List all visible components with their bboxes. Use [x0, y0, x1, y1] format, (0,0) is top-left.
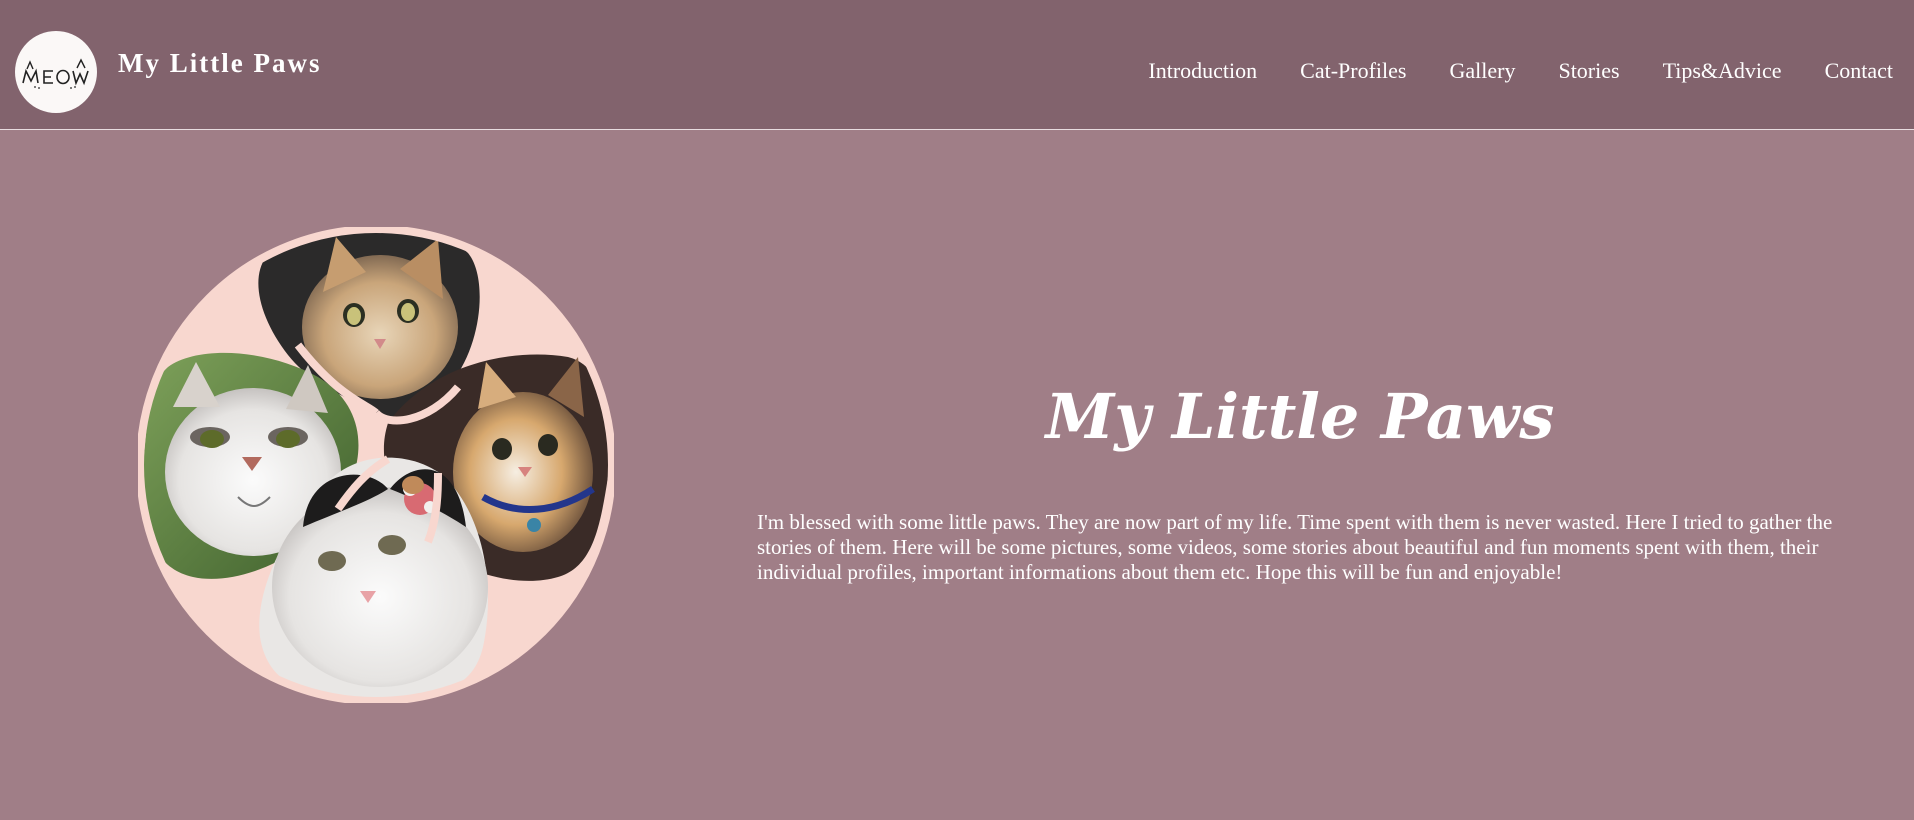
nav-introduction[interactable]: Introduction — [1148, 60, 1257, 82]
nav-cat-profiles[interactable]: Cat-Profiles — [1300, 60, 1406, 82]
meow-logo-icon — [22, 58, 89, 89]
hero-title: My Little Paws — [1045, 380, 1555, 453]
hero-intro-text: I'm blessed with some little paws. They … — [757, 510, 1833, 584]
cat-photo-collage — [136, 225, 616, 705]
brand-name[interactable]: My Little Paws — [118, 50, 321, 77]
nav-contact[interactable]: Contact — [1825, 60, 1893, 82]
nav-gallery[interactable]: Gallery — [1449, 60, 1515, 82]
nav-tips-advice[interactable]: Tips&Advice — [1663, 60, 1782, 82]
site-logo[interactable] — [15, 31, 97, 113]
site-header: My Little Paws Introduction Cat-Profiles… — [0, 0, 1914, 130]
nav-stories[interactable]: Stories — [1558, 60, 1619, 82]
collage-graphic — [136, 225, 616, 705]
main-nav: Introduction Cat-Profiles Gallery Storie… — [1148, 60, 1893, 82]
